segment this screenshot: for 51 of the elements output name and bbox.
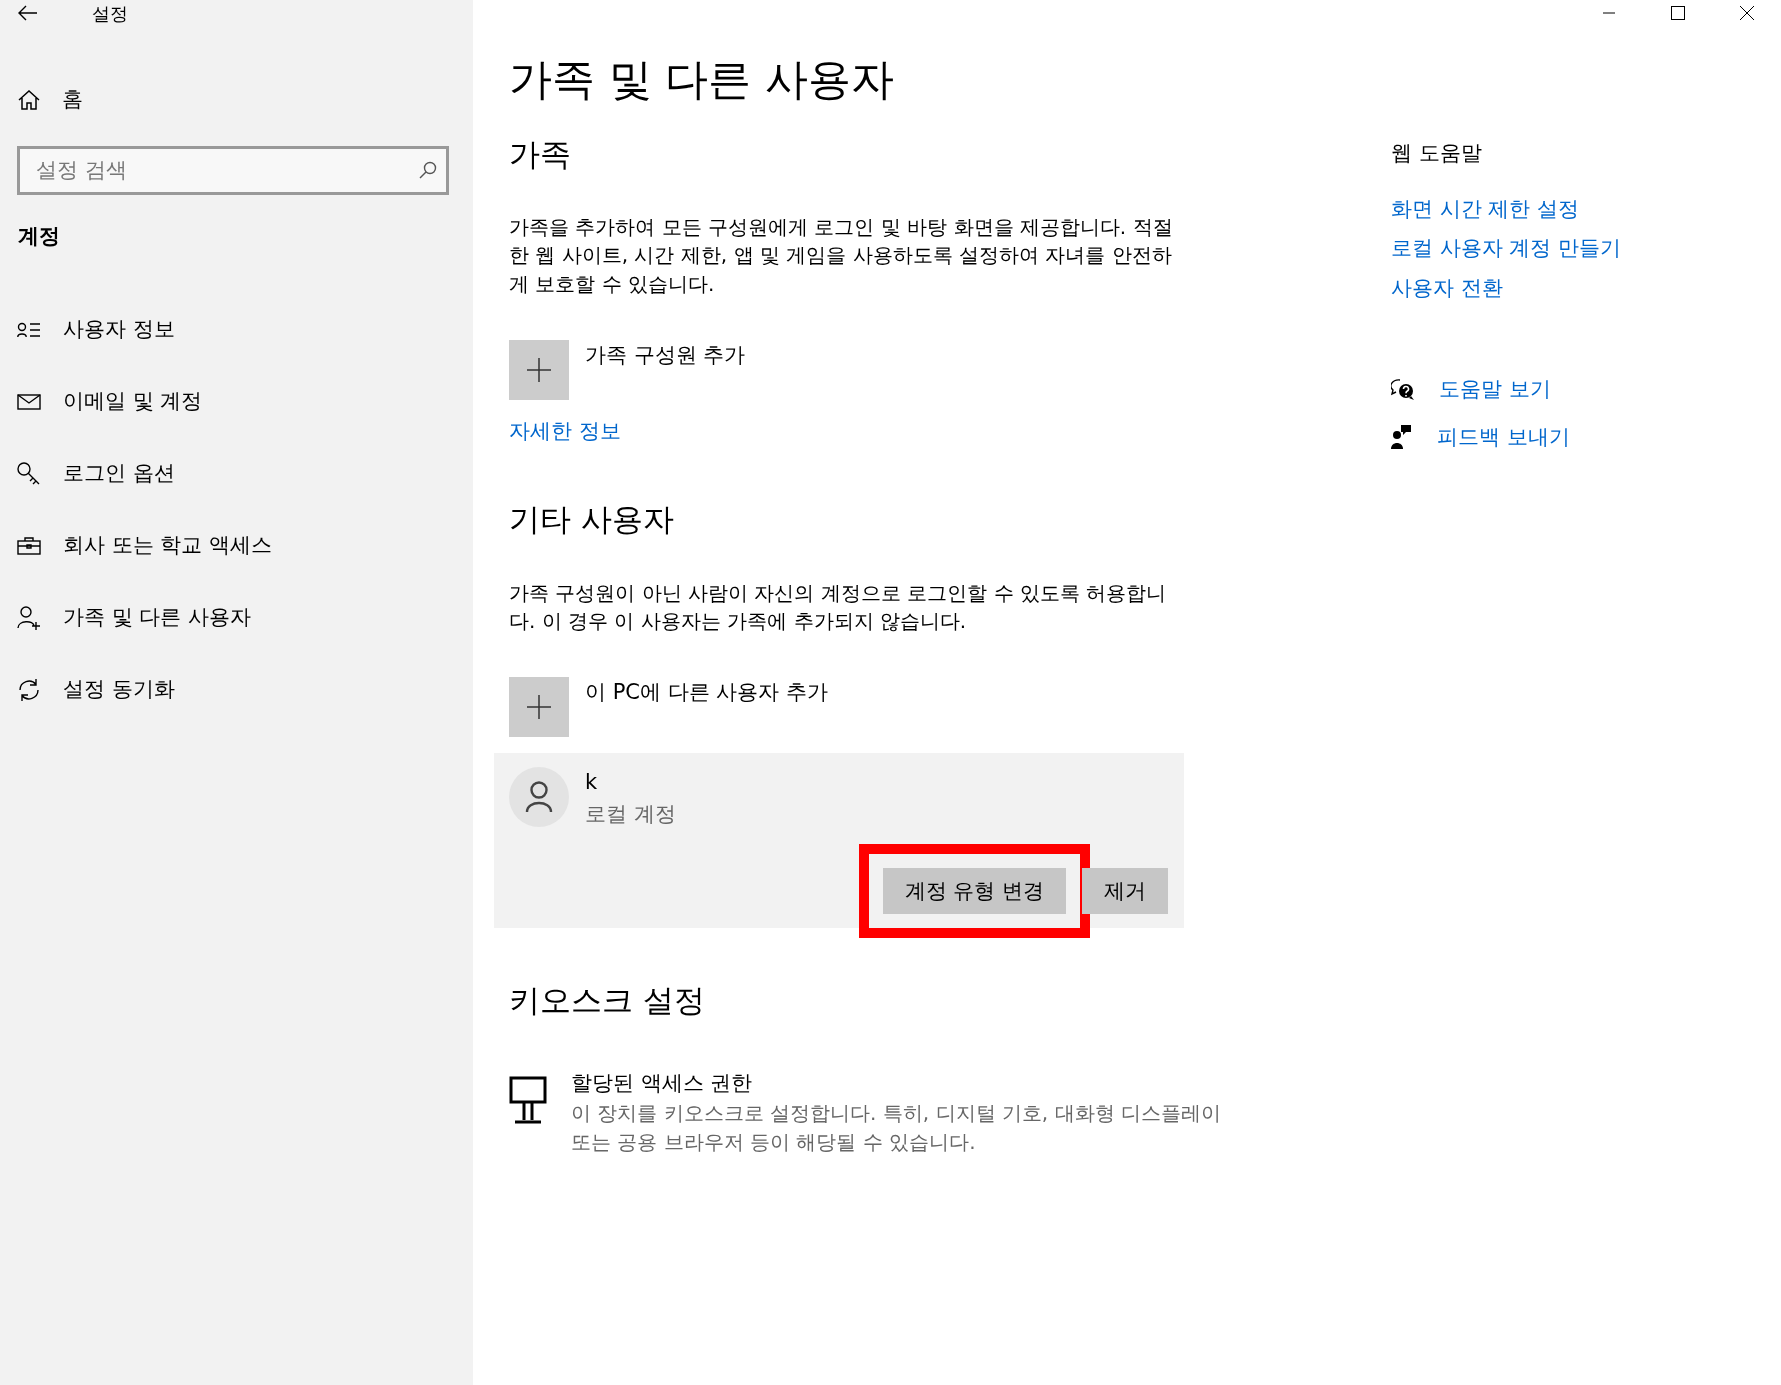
help-heading: 웹 도움말 [1391, 140, 1483, 167]
nav-item[interactable]: 회사 또는 학교 액세스 [63, 530, 273, 562]
action-button[interactable]: 계정 유형 변경 [882, 868, 1066, 915]
support-link[interactable]: 도움말 보기 [1439, 374, 1551, 406]
plus-icon[interactable] [527, 695, 551, 720]
help-link[interactable]: 사용자 전환 [1391, 272, 1691, 304]
nav-item[interactable]: 사용자 정보 [63, 314, 175, 346]
section-heading: 기타 사용자 [509, 501, 675, 539]
search-field[interactable]: 설정 검색 [17, 145, 449, 195]
section-description: 가족 구성원이 아닌 사람이 자신의 계정으로 로그인할 수 있도록 허용합니다. 이 경우 이 사용자는 가족에 추가되지 않습니다. [509, 579, 1168, 636]
mail-icon [17, 394, 41, 410]
section-heading: 가족 [509, 135, 572, 173]
support-link[interactable]: 피드백 보내기 [1437, 421, 1570, 453]
add-label[interactable]: 이 PC에 다른 사용자 추가 [585, 677, 829, 709]
kiosk-item-title[interactable]: 할당된 액세스 권한 [571, 1067, 1241, 1100]
add-button[interactable] [509, 339, 569, 400]
window-title: 설정 [92, 1, 128, 26]
nav-item[interactable]: 설정 동기화 [63, 674, 175, 706]
action-button[interactable]: 제거 [1082, 868, 1168, 915]
page-title: 가족 및 다른 사용자 [509, 54, 895, 106]
briefcase-icon [17, 537, 41, 555]
user-name: k [585, 769, 599, 797]
section-heading: 계정 [17, 222, 61, 250]
sync-icon [17, 678, 41, 702]
kiosk-item-description: 이 장치를 키오스크로 설정합니다. 특히, 디지털 기호, 대화형 디스플레이 또는 공용 브라우저 등이 해당될 수 있습니다. [571, 1100, 1222, 1156]
search-icon[interactable] [419, 160, 437, 179]
maximize-icon[interactable] [1670, 6, 1685, 20]
help-link[interactable]: 화면 시간 제한 설정 [1391, 193, 1691, 225]
question-bubbles-icon [1391, 378, 1415, 401]
close-icon[interactable] [1739, 6, 1754, 20]
nav-item[interactable]: 이메일 및 계정 [63, 386, 203, 418]
add-label[interactable]: 가족 구성원 추가 [585, 339, 746, 372]
add-button[interactable] [509, 677, 569, 738]
learn-more-link[interactable]: 자세한 정보 [509, 415, 621, 448]
person-plus-icon [17, 606, 41, 630]
help-link[interactable]: 로컬 사용자 계정 만들기 [1391, 233, 1691, 265]
section-heading: 키오스크 설정 [509, 982, 706, 1020]
back-arrow-icon[interactable] [18, 5, 38, 21]
minimize-icon[interactable] [1602, 12, 1615, 14]
plus-icon[interactable] [527, 357, 551, 382]
key-icon [17, 462, 41, 486]
section-description: 가족을 추가하여 모든 구성원에게 로그인 및 바탕 화면을 제공합니다. 적절한 웹 사이트, 시간 제한, 앱 및 게임을 사용하도록 설정하여 자녀를 안전하게 보호할 수 있습니다. [509, 213, 1174, 298]
home-icon [18, 89, 40, 110]
home-link[interactable]: 홈 [62, 84, 83, 116]
nav-item[interactable]: 가족 및 다른 사용자 [63, 602, 252, 634]
nav-item[interactable]: 로그인 옵션 [63, 458, 175, 490]
user-card[interactable]: k 로컬 계정 계정 유형 변경 제거 [494, 753, 1184, 929]
person-speech-icon [1391, 425, 1413, 450]
kiosk-icon [509, 1075, 547, 1124]
person-list-icon [17, 322, 41, 338]
account-type: 로컬 계정 [585, 800, 676, 828]
